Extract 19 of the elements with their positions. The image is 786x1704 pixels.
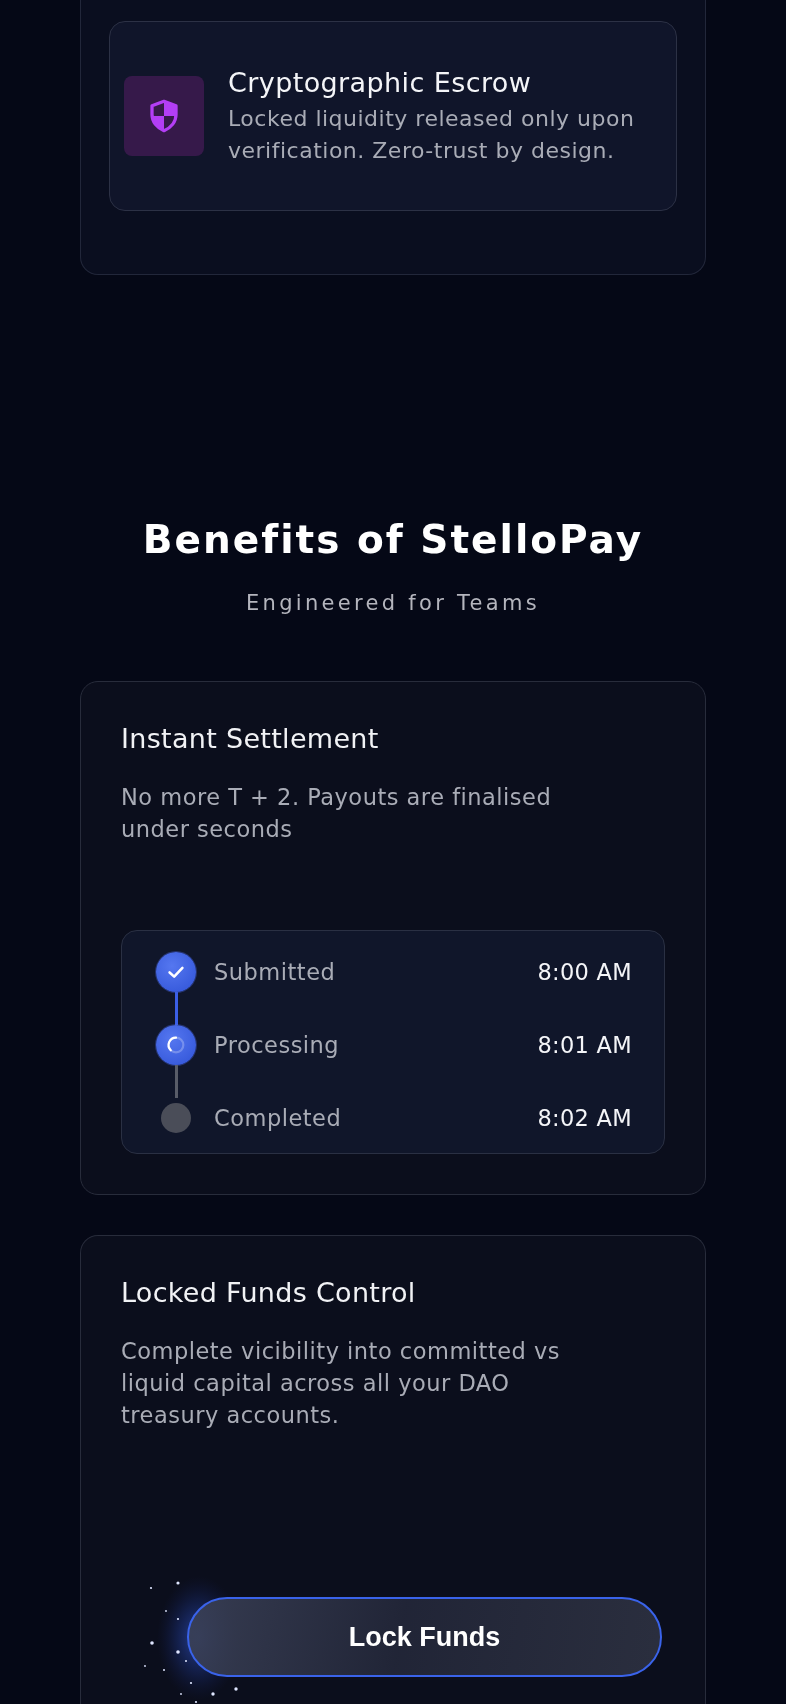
section-subtitle: Engineered for Teams — [245, 590, 541, 617]
feature-description: Locked liquidity released only upon verification. Zero-trust by design. — [228, 105, 636, 165]
benefit-description: No more T + 2. Payouts are finalised under seconds — [121, 783, 553, 844]
step-time: 8:00 AM — [537, 958, 632, 987]
step-label: Submitted — [214, 958, 336, 987]
step-label: Processing — [214, 1031, 340, 1060]
step-time: 8:01 AM — [537, 1031, 632, 1060]
benefit-description: Complete vicibility into committed vs liquid capital across all your DAO treasury accounts. — [121, 1337, 562, 1430]
timeline-connector — [174, 1065, 178, 1098]
step-time: 8:02 AM — [537, 1104, 632, 1133]
step-label: Completed — [214, 1104, 342, 1133]
benefit-title: Locked Funds Control — [121, 1276, 417, 1310]
section-title: Benefits of StelloPay — [141, 516, 645, 564]
shield-icon — [124, 76, 204, 156]
feature-title: Cryptographic Escrow — [228, 66, 533, 100]
benefit-title: Instant Settlement — [121, 722, 380, 756]
timeline-connector — [174, 992, 178, 1025]
circle-icon — [161, 1103, 191, 1133]
lock-funds-button[interactable]: Lock Funds — [187, 1597, 662, 1677]
